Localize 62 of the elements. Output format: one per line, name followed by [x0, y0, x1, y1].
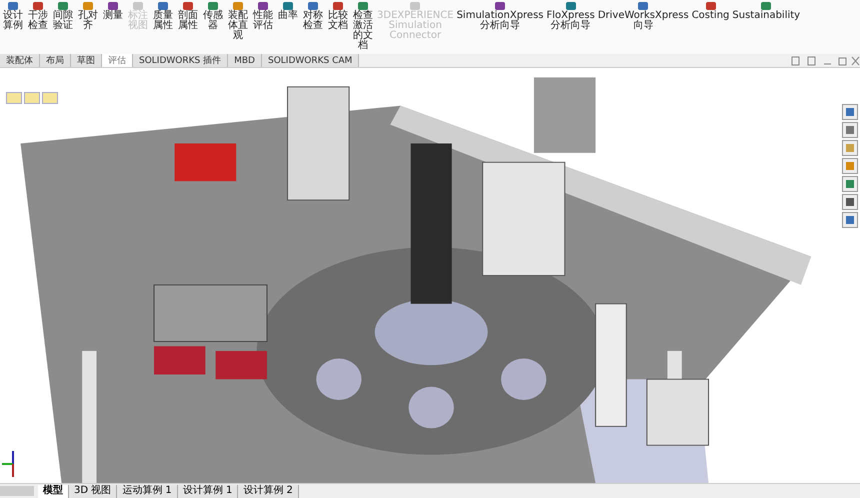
config-icon[interactable]	[24, 92, 40, 104]
ribbon-tab[interactable]: SOLIDWORKS CAM	[262, 54, 360, 67]
ribbon-tab[interactable]: 评估	[102, 54, 133, 67]
ribbon-button[interactable]: 装配体直观	[227, 1, 249, 41]
tool-icon	[282, 1, 294, 11]
tool-icon	[57, 1, 69, 11]
ribbon-tab[interactable]: 布局	[40, 54, 71, 67]
ribbon-button[interactable]: DriveWorksXpress 向导	[598, 1, 689, 31]
ribbon-button[interactable]: 剖面属性	[177, 1, 199, 31]
view-tab[interactable]: 设计算例 1	[178, 484, 238, 498]
tool-icon	[82, 1, 94, 11]
ribbon-tab[interactable]: SOLIDWORKS 插件	[133, 54, 228, 67]
ribbon-button[interactable]: 传感器	[202, 1, 224, 31]
ribbon-button[interactable]: SimulationXpress 分析向导	[456, 1, 544, 31]
view-tab[interactable]: 3D 视图	[69, 484, 118, 498]
tool-icon	[232, 1, 244, 11]
view-tab[interactable]: 模型	[38, 484, 69, 498]
tool-icon	[357, 1, 369, 11]
ribbon-button[interactable]: 孔对齐	[77, 1, 99, 31]
tool-icon	[637, 1, 650, 11]
view-tab[interactable]: 运动算例 1	[117, 484, 178, 498]
task-pane-icon[interactable]	[842, 194, 858, 210]
axis-triad-icon	[2, 451, 14, 477]
ribbon-tab[interactable]: 草图	[71, 54, 102, 67]
ribbon-tab[interactable]: MBD	[228, 54, 262, 67]
tool-icon	[257, 1, 269, 11]
ribbon-tab[interactable]: 装配体	[0, 54, 40, 67]
tool-icon	[704, 1, 717, 11]
tool-icon	[157, 1, 169, 11]
tool-icon	[207, 1, 219, 11]
ribbon-button[interactable]: FloXpress 分析向导	[546, 1, 595, 31]
config-icon[interactable]	[6, 92, 22, 104]
ribbon-button[interactable]: 性能评估	[252, 1, 274, 31]
task-pane-icon[interactable]	[842, 176, 858, 192]
window-controls-icon[interactable]	[790, 56, 860, 66]
ribbon-button[interactable]: 间隙验证	[52, 1, 74, 31]
tool-icon	[132, 1, 144, 11]
tool-icon	[332, 1, 344, 11]
tool-icon	[307, 1, 319, 11]
tool-icon	[564, 1, 577, 11]
task-pane-icon[interactable]	[842, 212, 858, 228]
tool-icon	[32, 1, 44, 11]
config-icon[interactable]	[42, 92, 58, 104]
tool-icon	[107, 1, 119, 11]
tool-icon	[409, 1, 422, 11]
ribbon-button[interactable]: 比较文档	[327, 1, 349, 31]
ribbon-button[interactable]: 设计算例	[2, 1, 24, 31]
ribbon-button[interactable]: Sustainability	[732, 1, 800, 21]
tool-icon	[182, 1, 194, 11]
ribbon-button[interactable]: 干涉检查	[27, 1, 49, 31]
ribbon-button[interactable]: 质量属性	[152, 1, 174, 31]
ribbon-button[interactable]: Costing	[692, 1, 730, 21]
ribbon-button[interactable]: 检查激活的文档	[352, 1, 374, 51]
ribbon-button[interactable]: 测量	[102, 1, 124, 21]
tool-icon	[494, 1, 506, 11]
tool-icon	[7, 1, 19, 11]
tool-icon	[760, 1, 772, 11]
task-pane-icon[interactable]	[842, 104, 858, 120]
view-tab[interactable]: 设计算例 2	[238, 484, 299, 498]
ribbon-button[interactable]: 曲率	[277, 1, 299, 21]
ribbon-button[interactable]: 对称检查	[302, 1, 324, 31]
task-pane-icon[interactable]	[842, 122, 858, 138]
